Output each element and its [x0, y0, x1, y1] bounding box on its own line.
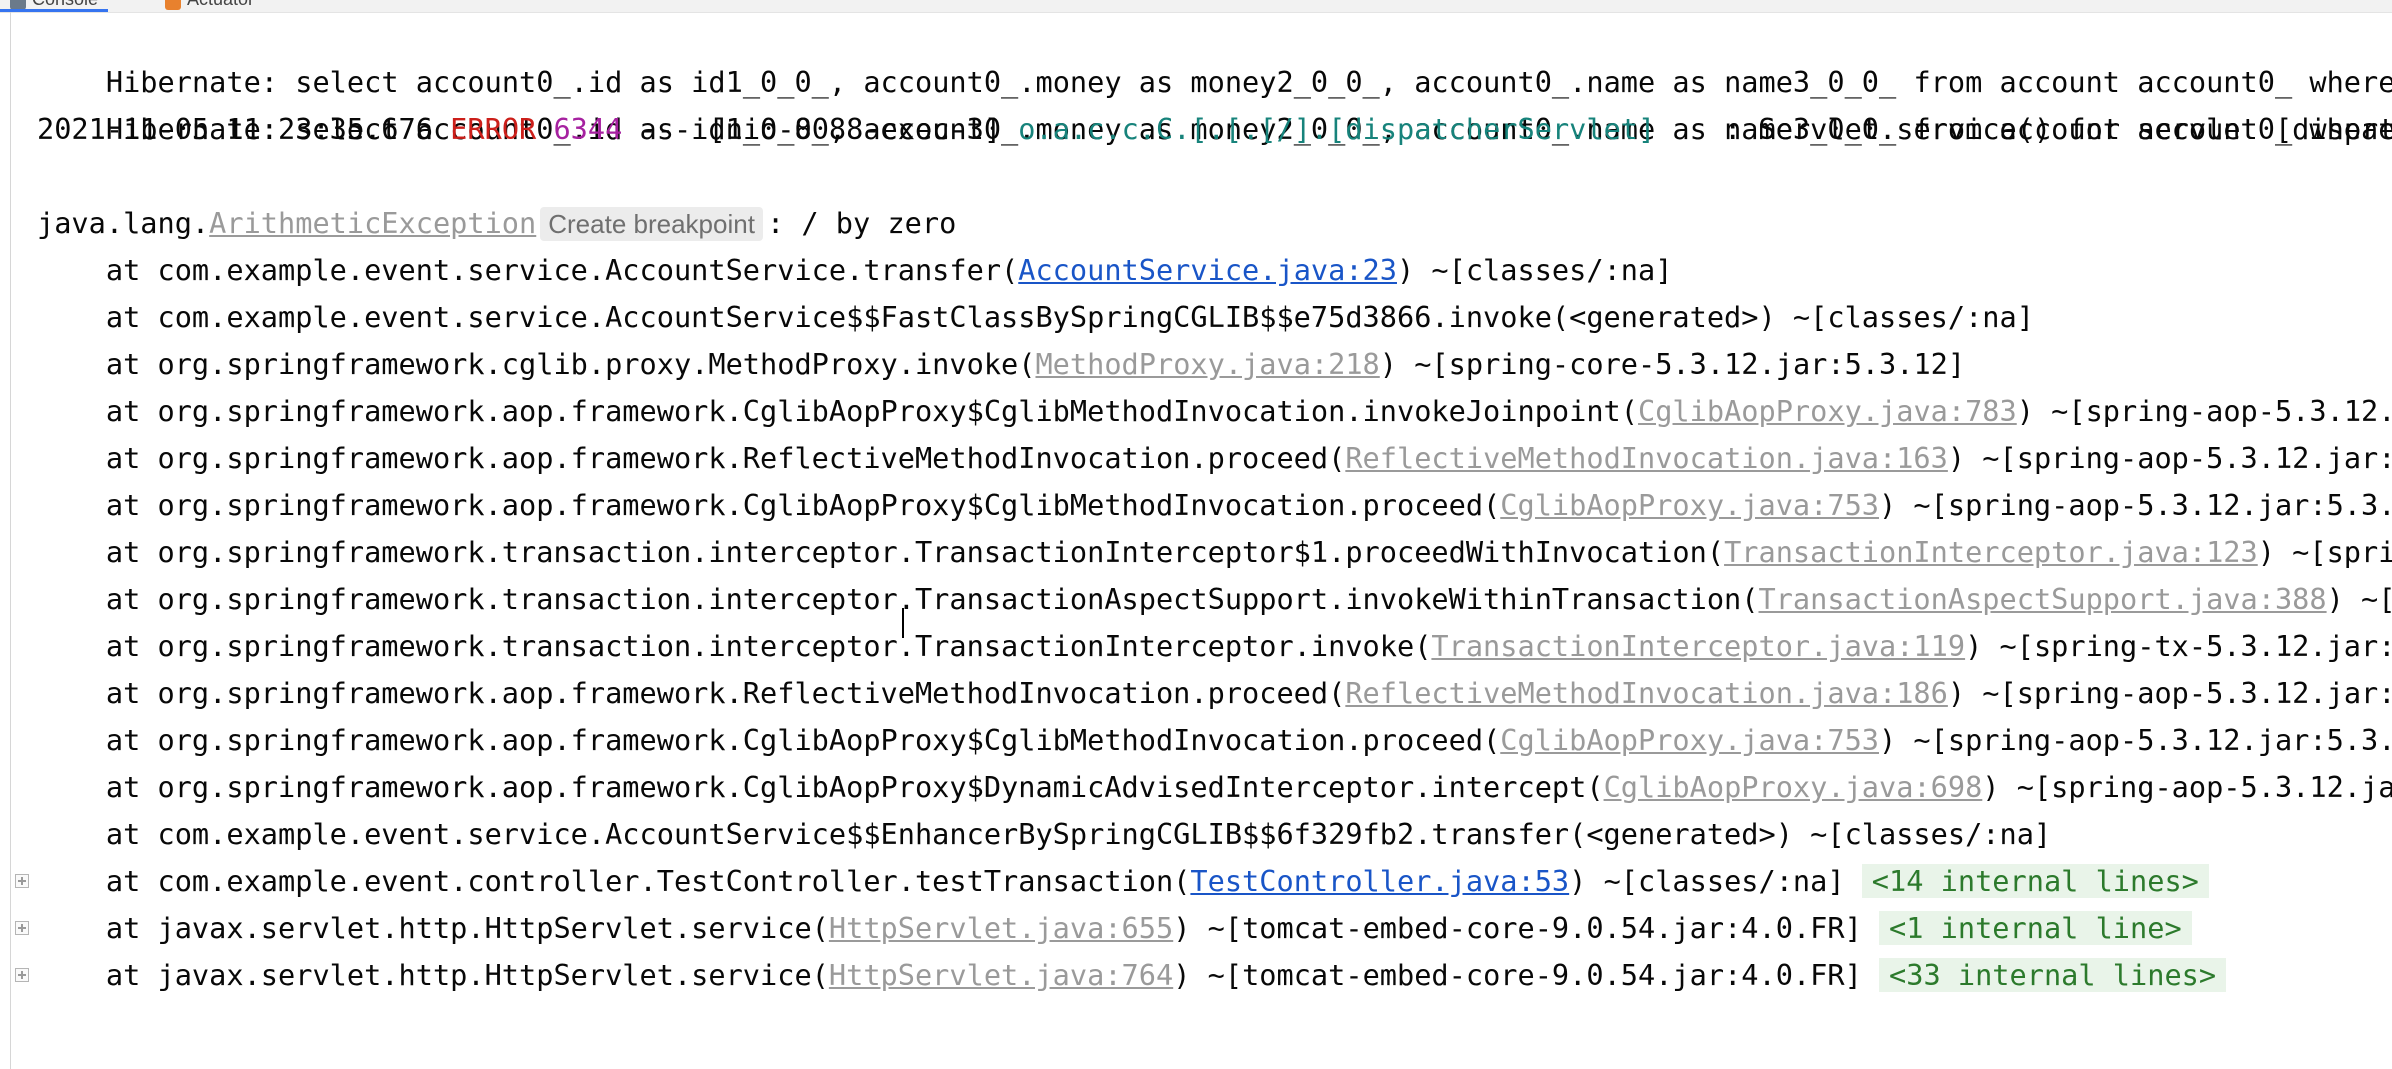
stack-frame: at org.springframework.aop.framework.Ref…	[37, 670, 2392, 717]
stack-frame-text: at com.example.event.service.AccountServ…	[37, 253, 1019, 287]
stack-frame-suffix: ) ~[spring-aop-5.3.12.jar:5.	[1947, 676, 2392, 710]
stack-frame: at javax.servlet.http.HttpServlet.servic…	[37, 905, 2192, 952]
source-file-link[interactable]: ReflectiveMethodInvocation.java:163	[1345, 441, 1948, 475]
stack-frame-text: at org.springframework.aop.framework.Cgl…	[37, 394, 1638, 428]
exception-header: java.lang.ArithmeticException Create brea…	[37, 200, 956, 247]
stack-frame-text: at org.springframework.aop.framework.Ref…	[37, 441, 1346, 475]
stack-frame-text: at org.springframework.transaction.inter…	[37, 629, 1432, 663]
stack-frame: at org.springframework.aop.framework.Cgl…	[37, 388, 2392, 435]
stack-frame-text: at org.springframework.transaction.inter…	[37, 535, 1725, 569]
stack-frame-text: at org.springframework.aop.framework.Cgl…	[37, 488, 1501, 522]
exception-message: : / by zero	[766, 206, 957, 240]
stack-frame-text: at javax.servlet.http.HttpServlet.servic…	[37, 911, 829, 945]
log-line-hibernate: Hibernate: select account0_.id as id1_0_…	[37, 12, 2392, 99]
stack-frame-suffix: ) ~[spring-aop-5.3.12.jar:5.3.12	[1879, 723, 2392, 757]
stack-frame: at javax.servlet.http.HttpServlet.servic…	[37, 952, 2227, 999]
expand-fold-icon[interactable]	[15, 874, 29, 888]
source-file-link[interactable]: CglibAopProxy.java:783	[1638, 394, 2017, 428]
source-file-link[interactable]: TransactionInterceptor.java:119	[1431, 629, 1965, 663]
folded-lines-badge[interactable]: <14 internal lines>	[1861, 864, 2209, 898]
stack-frame-text: at javax.servlet.http.HttpServlet.servic…	[37, 958, 829, 992]
log-line-hibernate: Hibernate: select account0_.id as id1_0_…	[37, 59, 2392, 146]
stack-frame-suffix: ) ~[spring-aop-5.3.12.jar:5.3.12	[1879, 488, 2392, 522]
stack-frame: at org.springframework.transaction.inter…	[37, 576, 2392, 623]
stack-frame: at org.springframework.aop.framework.Cgl…	[37, 482, 2392, 529]
source-file-link[interactable]: CglibAopProxy.java:753	[1500, 723, 1879, 757]
source-file-link[interactable]: TestController.java:53	[1190, 864, 1569, 898]
stack-frame: at org.springframework.transaction.inter…	[37, 529, 2392, 576]
text-cursor	[902, 608, 904, 638]
stack-frame-suffix: ) ~[spring	[2257, 535, 2392, 569]
expand-fold-icon[interactable]	[15, 968, 29, 982]
stack-frame: at org.springframework.aop.framework.Ref…	[37, 435, 2392, 482]
log-line-error: 2021-11-05 11:23:35.676 ERROR 6344 --- […	[37, 106, 2392, 153]
stack-frame-text: at com.example.event.service.AccountServ…	[37, 300, 2034, 334]
stack-frame-text: at com.example.event.controller.TestCont…	[37, 864, 1191, 898]
stack-frame-suffix: ) ~[classes/:na]	[1396, 253, 1673, 287]
stack-frame-suffix: ) ~[spring-tx-5.3.12.jar:5.	[1965, 629, 2392, 663]
stack-frame-suffix: ) ~[classes/:na]	[1569, 864, 1862, 898]
expand-fold-icon[interactable]	[15, 921, 29, 935]
source-file-link[interactable]: CglibAopProxy.java:698	[1604, 770, 1983, 804]
stack-frame-text: at org.springframework.transaction.inter…	[37, 582, 1759, 616]
source-file-link[interactable]: CglibAopProxy.java:753	[1500, 488, 1879, 522]
tab-actuator-label: Actuator	[187, 0, 254, 10]
log-message: : Servlet.service() for servlet [dispatc…	[1655, 112, 2392, 146]
exception-class-link[interactable]: ArithmeticException	[209, 206, 536, 240]
folded-lines-badge[interactable]: <33 internal lines>	[1879, 958, 2227, 992]
stack-frame-text: at org.springframework.aop.framework.Ref…	[37, 676, 1346, 710]
stack-frame: at com.example.event.service.AccountServ…	[37, 294, 2034, 341]
console-output[interactable]: Hibernate: select account0_.id as id1_0_…	[0, 12, 2392, 1069]
stack-frame-text: at org.springframework.aop.framework.Cgl…	[37, 723, 1501, 757]
tab-actuator[interactable]: Actuator	[165, 0, 254, 10]
create-breakpoint-button[interactable]: Create breakpoint	[540, 207, 763, 241]
source-file-link[interactable]: TransactionInterceptor.java:123	[1724, 535, 2258, 569]
stack-frame: at com.example.event.service.AccountServ…	[37, 811, 2051, 858]
stack-frame: at org.springframework.transaction.inter…	[37, 623, 2392, 670]
stack-frame: at org.springframework.aop.framework.Cgl…	[37, 764, 2392, 811]
stack-frame: at com.example.event.service.AccountServ…	[37, 247, 1673, 294]
stack-frame-text: at com.example.event.service.AccountServ…	[37, 817, 2052, 851]
stack-frame: at org.springframework.aop.framework.Cgl…	[37, 717, 2392, 764]
stack-frame-suffix: ) ~[sp	[2326, 582, 2392, 616]
source-file-link[interactable]: HttpServlet.java:655	[829, 911, 1173, 945]
log-pid: 6344	[536, 112, 623, 146]
source-file-link[interactable]: ReflectiveMethodInvocation.java:186	[1345, 676, 1948, 710]
source-file-link[interactable]: AccountService.java:23	[1018, 253, 1397, 287]
exception-package: java.lang.	[37, 206, 210, 240]
log-level: ERROR	[450, 112, 537, 146]
stack-frame-suffix: ) ~[spring-aop-5.3.12.ja	[2016, 394, 2392, 428]
stack-frame-suffix: ) ~[spring-aop-5.3.12.jar:5.	[1947, 441, 2392, 475]
stack-frame-text: at org.springframework.cglib.proxy.Metho…	[37, 347, 1036, 381]
log-thread: --- [nio-8088-exec-3]	[622, 112, 1019, 146]
source-file-link[interactable]: MethodProxy.java:218	[1035, 347, 1379, 381]
log-logger: o.a.c.c.C.[.[.[/].[dispatcherServlet]	[1018, 112, 1656, 146]
stack-frame-text: at org.springframework.aop.framework.Cgl…	[37, 770, 1604, 804]
source-file-link[interactable]: HttpServlet.java:764	[829, 958, 1173, 992]
stack-frame-suffix: ) ~[spring-core-5.3.12.jar:5.3.12]	[1379, 347, 1966, 381]
stack-frame: at org.springframework.cglib.proxy.Metho…	[37, 341, 1965, 388]
folded-lines-badge[interactable]: <1 internal line>	[1879, 911, 2192, 945]
stack-frame-suffix: ) ~[tomcat-embed-core-9.0.54.jar:4.0.FR]	[1173, 911, 1880, 945]
log-timestamp: 2021-11-05 11:23:35.676	[37, 112, 451, 146]
actuator-icon	[165, 0, 181, 10]
stack-frame-suffix: ) ~[tomcat-embed-core-9.0.54.jar:4.0.FR]	[1173, 958, 1880, 992]
source-file-link[interactable]: TransactionAspectSupport.java:388	[1759, 582, 2327, 616]
stack-frame-suffix: ) ~[spring-aop-5.3.12.jar:	[1982, 770, 2392, 804]
stack-frame: at com.example.event.controller.TestCont…	[37, 858, 2209, 905]
